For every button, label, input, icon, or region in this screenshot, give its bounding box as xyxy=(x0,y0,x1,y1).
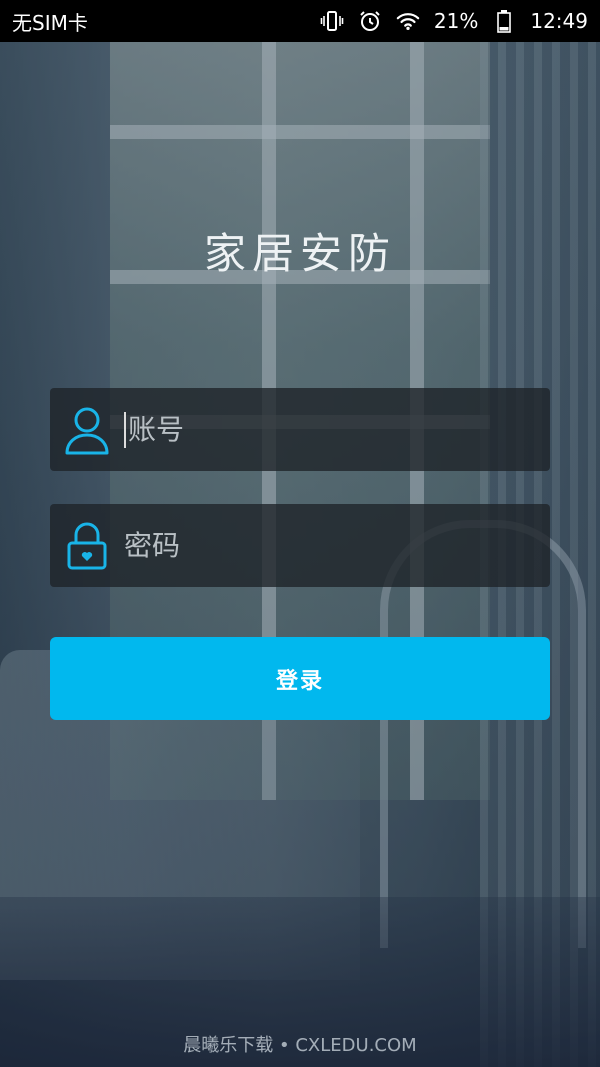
login-button[interactable]: 登录 xyxy=(50,637,550,720)
vibrate-icon xyxy=(320,9,344,33)
password-field[interactable] xyxy=(50,504,550,587)
status-bar: 无SIM卡 21% 12:49 xyxy=(0,0,600,42)
app-title: 家居安防 xyxy=(203,229,396,278)
carrier-label: 无SIM卡 xyxy=(12,10,88,35)
password-input[interactable] xyxy=(124,515,550,576)
account-field[interactable] xyxy=(50,388,550,471)
lock-icon xyxy=(50,504,124,587)
account-input[interactable] xyxy=(128,399,550,460)
battery-icon xyxy=(492,9,516,33)
battery-percent: 21% xyxy=(433,9,479,33)
alarm-icon xyxy=(358,9,382,33)
user-icon xyxy=(50,388,124,471)
clock: 12:49 xyxy=(530,9,588,33)
text-caret xyxy=(124,411,126,448)
wifi-icon xyxy=(396,9,420,33)
watermark: 晨曦乐下载 • CXLEDU.COM xyxy=(183,1035,417,1056)
